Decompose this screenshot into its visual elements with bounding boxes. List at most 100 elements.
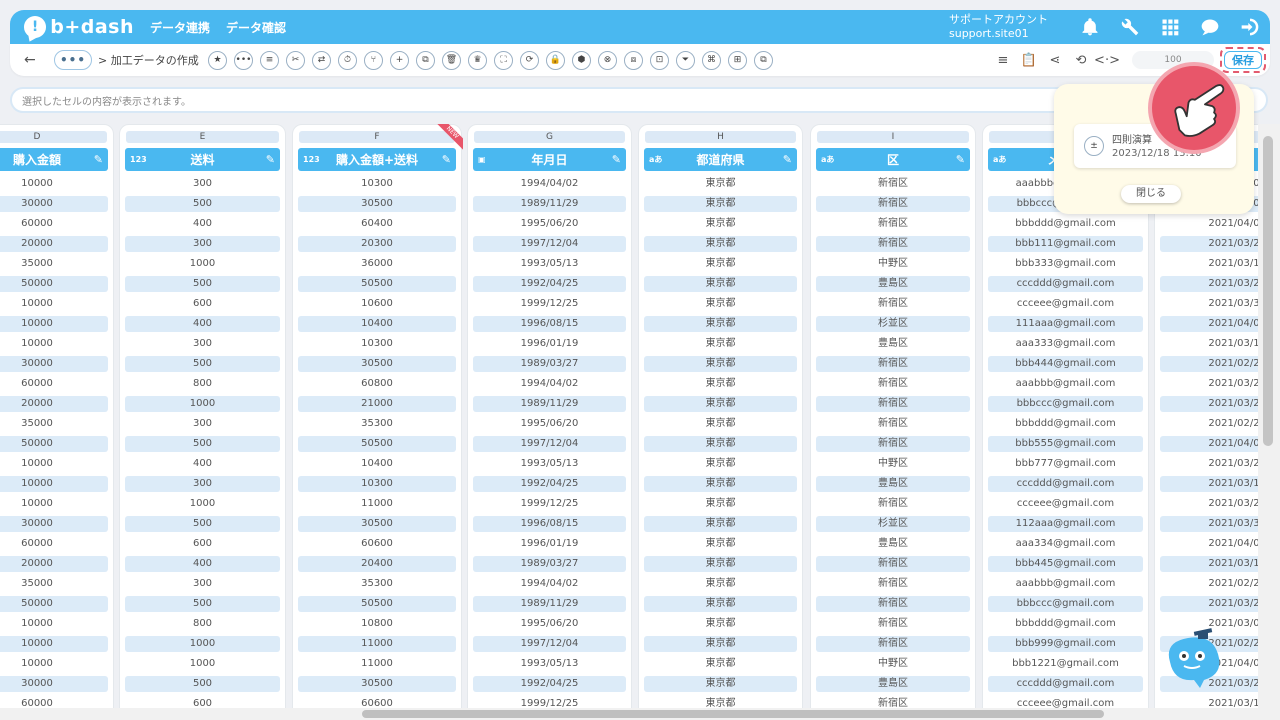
table-cell[interactable]: 400 — [125, 454, 280, 474]
table-cell[interactable]: 豊島区 — [816, 676, 970, 692]
table-cell[interactable]: 111aaa@gmail.com — [988, 316, 1143, 332]
table-cell[interactable]: 35000 — [0, 414, 108, 434]
column-list-icon[interactable]: ≡ — [994, 51, 1012, 69]
table-cell[interactable]: bbb1221@gmail.com — [988, 654, 1143, 674]
table-cell[interactable]: 2021/03/1 — [1160, 254, 1258, 274]
table-cell[interactable]: 35300 — [298, 574, 456, 594]
table-cell[interactable]: 2021/04/0 — [1160, 436, 1258, 452]
table-cell[interactable]: 400 — [125, 214, 280, 234]
table-cell[interactable]: 2021/04/0 — [1160, 534, 1258, 554]
table-cell[interactable]: 1995/06/20 — [473, 414, 626, 434]
favorite-tool-icon[interactable]: ★ — [208, 50, 227, 70]
edit-pencil-icon[interactable]: ✎ — [612, 153, 621, 166]
table-cell[interactable]: 20000 — [0, 556, 108, 572]
table-cell[interactable]: 1992/04/25 — [473, 476, 626, 492]
table-cell[interactable]: 20000 — [0, 396, 108, 412]
table-cell[interactable]: 500 — [125, 436, 280, 452]
copy-tool-icon[interactable]: ⧉ — [416, 50, 435, 70]
table-cell[interactable]: 50000 — [0, 596, 108, 612]
nav-data-check[interactable]: データ確認 — [226, 19, 286, 36]
bell-icon[interactable] — [1079, 16, 1101, 38]
add-tool-icon[interactable]: + — [390, 50, 409, 70]
table-cell[interactable]: 30500 — [298, 516, 456, 532]
table-cell[interactable]: 10400 — [298, 316, 456, 332]
table-cell[interactable]: 1992/04/25 — [473, 276, 626, 292]
table-cell[interactable]: 東京都 — [644, 294, 797, 314]
table-cell[interactable]: 1000 — [125, 494, 280, 514]
table-cell[interactable]: 60000 — [0, 534, 108, 554]
cleansing-tool-icon[interactable]: ✂ — [286, 50, 305, 70]
table-cell[interactable]: bbbccc@gmail.com — [988, 396, 1143, 412]
table-cell[interactable]: 中野区 — [816, 454, 970, 474]
close-button[interactable]: 閉じる — [1121, 185, 1181, 203]
table-cell[interactable]: 1000 — [125, 254, 280, 274]
column-letter[interactable]: I — [817, 131, 969, 143]
table-cell[interactable]: bbbddd@gmail.com — [988, 214, 1143, 234]
table-cell[interactable]: 1997/12/04 — [473, 436, 626, 452]
table-cell[interactable]: bbb445@gmail.com — [988, 556, 1143, 572]
table-cell[interactable]: bbb999@gmail.com — [988, 636, 1143, 652]
table-cell[interactable]: 中野区 — [816, 654, 970, 674]
table-cell[interactable]: 10000 — [0, 476, 108, 492]
table-cell[interactable]: 2021/03/2 — [1160, 494, 1258, 514]
table-cell[interactable]: 2021/03/2 — [1160, 374, 1258, 394]
table-cell[interactable]: 300 — [125, 414, 280, 434]
table-cell[interactable]: aaabbb@gmail.com — [988, 374, 1143, 394]
column-header[interactable]: aあ 都道府県 ✎ — [644, 148, 797, 171]
table-cell[interactable]: 400 — [125, 556, 280, 572]
table-cell[interactable]: bbb111@gmail.com — [988, 236, 1143, 252]
cancel-tool-icon[interactable]: ⊗ — [598, 50, 617, 70]
table-cell[interactable]: 豊島区 — [816, 276, 970, 292]
table-cell[interactable]: 11000 — [298, 654, 456, 674]
table-cell[interactable]: 新宿区 — [816, 596, 970, 612]
table-cell[interactable]: 新宿区 — [816, 574, 970, 594]
table-cell[interactable]: ccceee@gmail.com — [988, 294, 1143, 314]
arithmetic-tool-icon[interactable]: ⇄ — [312, 50, 331, 70]
table-cell[interactable]: 東京都 — [644, 196, 797, 212]
grid-menu-icon[interactable] — [1159, 16, 1181, 38]
column-letter[interactable]: F — [299, 131, 455, 143]
table-cell[interactable]: 30500 — [298, 356, 456, 372]
table-cell[interactable]: 1995/06/20 — [473, 614, 626, 634]
table-cell[interactable]: 600 — [125, 534, 280, 554]
table-cell[interactable]: 2021/02/2 — [1160, 414, 1258, 434]
column-header[interactable]: aあ 区 ✎ — [816, 148, 970, 171]
table-cell[interactable]: 800 — [125, 374, 280, 394]
table-cell[interactable]: ccceee@gmail.com — [988, 694, 1143, 708]
table-cell[interactable]: 10000 — [0, 654, 108, 674]
table-cell[interactable]: 500 — [125, 596, 280, 612]
table-cell[interactable]: 30500 — [298, 196, 456, 212]
table-cell[interactable]: 東京都 — [644, 414, 797, 434]
table-cell[interactable]: 1996/08/15 — [473, 316, 626, 332]
table-cell[interactable]: 2021/03/2 — [1160, 454, 1258, 474]
table-cell[interactable]: 300 — [125, 574, 280, 594]
table-cell[interactable]: 東京都 — [644, 276, 797, 292]
table-cell[interactable]: 新宿区 — [816, 174, 970, 194]
account-info[interactable]: サポートアカウント support.site01 — [949, 13, 1048, 41]
table-cell[interactable]: 60000 — [0, 214, 108, 234]
filter-tool-icon[interactable]: ⏷ — [676, 50, 695, 70]
table-cell[interactable]: 20000 — [0, 236, 108, 252]
table-cell[interactable]: 1996/01/19 — [473, 334, 626, 354]
table-cell[interactable]: 30000 — [0, 356, 108, 372]
table-cell[interactable]: 1993/05/13 — [473, 454, 626, 474]
table-cell[interactable]: 東京都 — [644, 454, 797, 474]
table-cell[interactable]: 中野区 — [816, 254, 970, 274]
edit-pencil-icon[interactable]: ✎ — [956, 153, 965, 166]
column-letter[interactable]: D — [0, 131, 107, 143]
table-cell[interactable]: 東京都 — [644, 574, 797, 594]
column-letter[interactable]: G — [474, 131, 625, 143]
table-cell[interactable]: bbb777@gmail.com — [988, 454, 1143, 474]
table-cell[interactable]: 500 — [125, 356, 280, 372]
table-cell[interactable]: cccddd@gmail.com — [988, 676, 1143, 692]
table-cell[interactable]: 新宿区 — [816, 614, 970, 634]
table-cell[interactable]: 10000 — [0, 316, 108, 332]
table-cell[interactable]: 1996/08/15 — [473, 516, 626, 532]
table-cell[interactable]: 新宿区 — [816, 414, 970, 434]
table-cell[interactable]: 50500 — [298, 436, 456, 452]
table-cell[interactable]: 東京都 — [644, 236, 797, 252]
table-cell[interactable]: 10800 — [298, 614, 456, 634]
table-cell[interactable]: 1994/04/02 — [473, 574, 626, 594]
split-tool-icon[interactable]: ⧈ — [624, 50, 643, 70]
table-cell[interactable]: 東京都 — [644, 494, 797, 514]
